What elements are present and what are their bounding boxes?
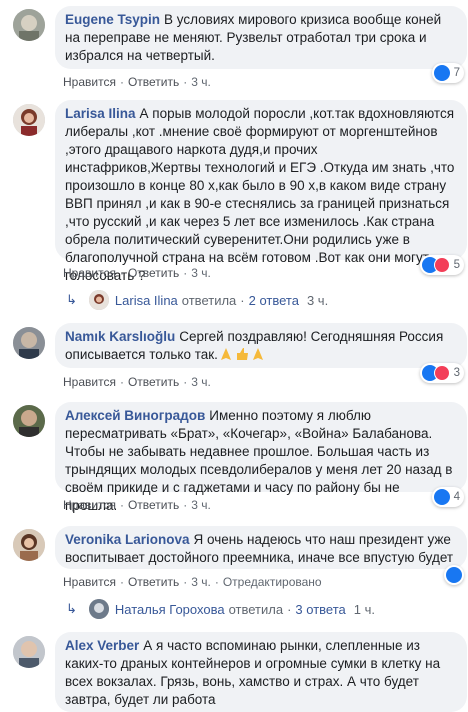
thumbs-up-icon [235, 347, 249, 361]
reactions-badge[interactable]: 3 [419, 363, 464, 383]
reactions-badge[interactable] [444, 565, 464, 585]
love-icon [433, 257, 450, 273]
avatar[interactable] [13, 529, 45, 561]
comment-text: А порыв молодой поросли ,кот.так вдохнов… [65, 106, 455, 283]
reply-button[interactable]: Ответить [128, 75, 179, 89]
avatar [88, 290, 109, 310]
reply-arrow-icon: ↳ [66, 292, 77, 307]
reply-button[interactable]: Ответить [128, 498, 179, 512]
love-icon [433, 365, 450, 381]
reactions-badge[interactable]: 5 [419, 255, 464, 275]
comment-author[interactable]: Veronika Larionova [65, 532, 190, 547]
comment-actions: Нравится · Ответить · 3 ч. [63, 75, 211, 89]
reaction-count: 4 [453, 491, 460, 503]
comment-author[interactable]: Алексей Виноградов [65, 408, 205, 423]
reactions-badge[interactable]: 4 [431, 487, 464, 507]
comment-actions: Нравится · Ответить · 3 ч. [63, 498, 211, 512]
like-button[interactable]: Нравится [63, 375, 116, 389]
comment-bubble: Алексей Виноградов Именно поэтому я люблю… [55, 402, 467, 513]
comment-actions: Нравится · Ответить · 3 ч. [63, 375, 211, 389]
comment-bubble: Eugene Tsypin В условиях мирового кризиса… [55, 6, 467, 69]
like-button[interactable]: Нравится [63, 575, 116, 589]
reply-button[interactable]: Ответить [128, 575, 179, 589]
reply-button[interactable]: Ответить [128, 266, 179, 280]
comment-author[interactable]: Alex Verber [65, 638, 139, 653]
view-replies-link[interactable]: ↳ Larisa Ilina ответила · 2 ответа 3 ч. [66, 290, 328, 310]
like-button[interactable]: Нравится [63, 75, 116, 89]
reply-time: 1 ч. [353, 601, 375, 617]
like-icon [446, 567, 462, 583]
praying-hands-icon [219, 347, 233, 361]
reply-author: Наталья Горохова [114, 601, 225, 617]
avatar [88, 599, 109, 619]
comment-bubble: Alex Verber А я часто вспоминаю рынки, сл… [55, 632, 467, 712]
reply-count: 3 ответа [295, 601, 346, 617]
like-icon [433, 489, 450, 505]
comment-time[interactable]: 3 ч. [191, 75, 211, 89]
comment-time[interactable]: 3 ч. [191, 375, 211, 389]
avatar[interactable] [13, 327, 45, 359]
comment-actions: Нравится · Ответить · 3 ч. [63, 266, 211, 280]
reply-author: Larisa Ilina [114, 292, 178, 308]
comment-actions: Нравится · Ответить · 3 ч. · Отредактировано [63, 575, 322, 589]
comment-author[interactable]: Eugene Tsypin [65, 12, 160, 27]
reaction-count: 7 [453, 67, 460, 79]
reply-arrow-icon: ↳ [66, 601, 77, 616]
comment-author[interactable]: Namık Karslıoğlu [65, 329, 175, 344]
like-icon [433, 65, 450, 81]
comment-author[interactable]: Larisa Ilina [65, 106, 136, 121]
reply-button[interactable]: Ответить [128, 375, 179, 389]
reaction-count: 3 [453, 367, 460, 379]
comment-bubble: Larisa Ilina А порыв молодой поросли ,кот… [55, 100, 467, 283]
like-button[interactable]: Нравится [63, 498, 116, 512]
comment-time[interactable]: 3 ч. [191, 266, 211, 280]
avatar[interactable] [13, 636, 45, 668]
like-button[interactable]: Нравится [63, 266, 116, 280]
edited-label[interactable]: Отредактировано [223, 575, 322, 589]
reaction-count: 5 [453, 259, 460, 271]
reply-time: 3 ч. [306, 292, 329, 308]
praying-hands-icon [251, 347, 265, 361]
comment-time[interactable]: 3 ч. [191, 575, 211, 589]
reactions-badge[interactable]: 7 [431, 63, 464, 83]
comment-bubble: Veronika Larionova Я очень надеюсь что на… [55, 526, 467, 569]
reply-count: 2 ответа [248, 292, 299, 308]
view-replies-link[interactable]: ↳ Наталья Горохова ответила · 3 ответа 1… [66, 599, 375, 619]
comment-bubble: Namık Karslıoğlu Сергей поздравляю! Сегод… [55, 323, 467, 368]
avatar[interactable] [13, 104, 45, 136]
avatar[interactable] [13, 9, 45, 41]
avatar[interactable] [13, 405, 45, 437]
comment-time[interactable]: 3 ч. [191, 498, 211, 512]
